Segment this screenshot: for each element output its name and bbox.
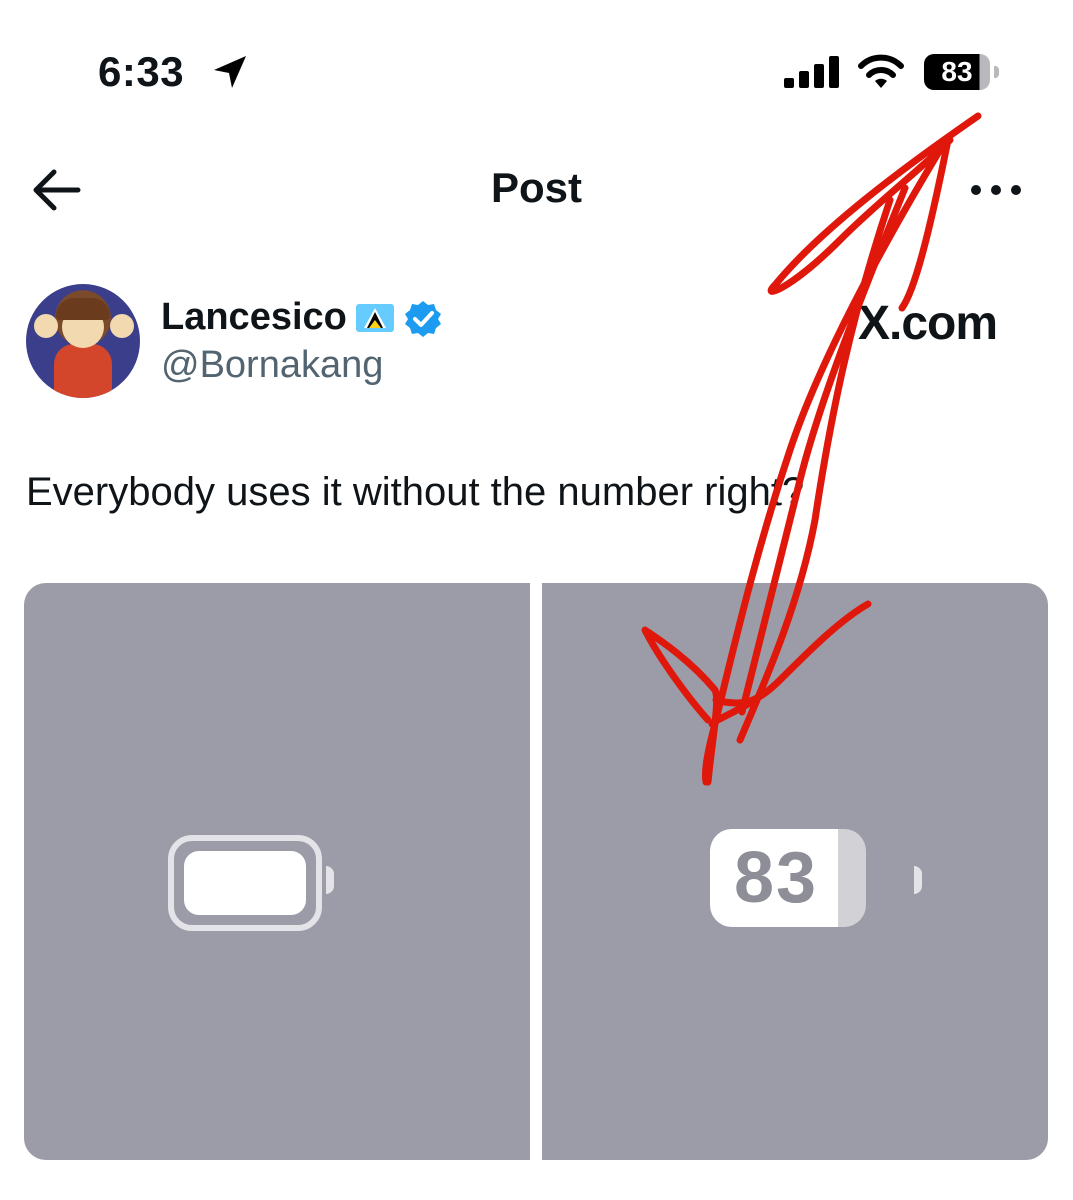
- x-watermark: X.com: [858, 297, 998, 350]
- status-time: 6:33: [98, 48, 185, 95]
- media-panel-right[interactable]: 83: [542, 583, 1048, 1160]
- more-icon[interactable]: [966, 180, 1026, 200]
- battery-tip: [994, 66, 999, 78]
- battery-tip: [326, 866, 334, 894]
- post-media[interactable]: 83: [24, 583, 1048, 1160]
- author-display-name[interactable]: Lancesico: [161, 296, 347, 339]
- battery-icon: 83: [924, 54, 1004, 90]
- avatar-hand-right: [110, 314, 134, 338]
- author-handle[interactable]: @Bornakang: [161, 344, 383, 387]
- avatar-robe: [54, 344, 112, 398]
- media-panel-left[interactable]: [24, 583, 530, 1160]
- wifi-icon: [858, 54, 904, 88]
- page-title: Post: [490, 164, 582, 211]
- location-arrow-icon: [214, 56, 246, 88]
- battery-level: 83: [924, 54, 990, 90]
- battery-fill: [184, 851, 306, 915]
- verified-icon: [405, 301, 441, 337]
- flag-icon: [356, 304, 394, 332]
- avatar-hair: [56, 298, 110, 320]
- avatar-hand-left: [34, 314, 58, 338]
- battery-outline-icon: [168, 835, 322, 931]
- battery-percentage-icon: 83: [710, 829, 866, 927]
- post-text: Everybody uses it without the number rig…: [26, 470, 805, 514]
- avatar[interactable]: [26, 284, 140, 398]
- signal-icon: [784, 56, 839, 88]
- battery-tip: [914, 866, 922, 894]
